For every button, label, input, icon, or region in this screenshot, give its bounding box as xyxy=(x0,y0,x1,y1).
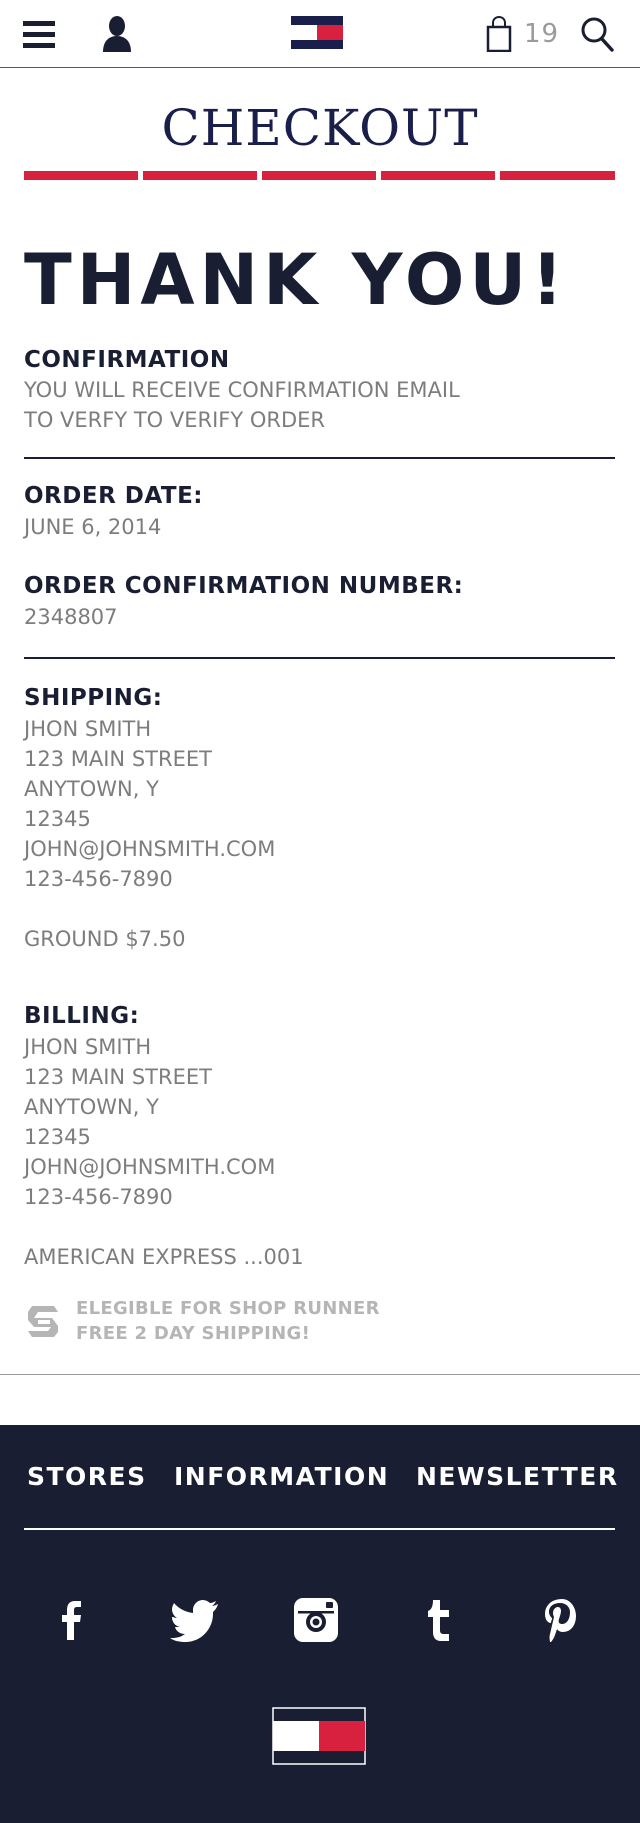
billing-name: JHON SMITH xyxy=(24,1035,152,1059)
tumblr-icon[interactable] xyxy=(411,1592,467,1648)
progress-step xyxy=(500,171,615,180)
user-icon[interactable] xyxy=(102,15,132,53)
divider xyxy=(0,1374,640,1375)
progress-step xyxy=(262,171,376,180)
billing-phone: 123-456-7890 xyxy=(24,1185,173,1209)
twitter-icon[interactable] xyxy=(166,1592,222,1648)
shipping-method: GROUND $7.50 xyxy=(24,927,186,951)
flag-logo[interactable] xyxy=(291,16,343,49)
billing-payment: AMERICAN EXPRESS ...001 xyxy=(24,1245,304,1269)
billing-email: JOHN@JOHNSMITH.COM xyxy=(24,1155,276,1179)
shoprunner-line1: ELEGIBLE FOR SHOP RUNNER xyxy=(76,1298,380,1319)
progress-step xyxy=(24,171,138,180)
footer-link-stores[interactable]: STORES xyxy=(27,1462,147,1491)
billing-street: 123 MAIN STREET xyxy=(24,1065,212,1089)
shoprunner-icon xyxy=(24,1302,64,1340)
order-date-label: ORDER DATE: xyxy=(24,483,203,509)
confirmation-message-line2: TO VERFY TO VERIFY ORDER xyxy=(24,408,326,432)
order-number-value: 2348807 xyxy=(24,605,118,629)
footer-flag-logo[interactable] xyxy=(272,1707,366,1765)
confirmation-label: CONFIRMATION xyxy=(24,347,230,373)
shipping-phone: 123-456-7890 xyxy=(24,867,173,891)
shipping-email: JOHN@JOHNSMITH.COM xyxy=(24,837,276,861)
billing-zip: 12345 xyxy=(24,1125,91,1149)
pinterest-icon[interactable] xyxy=(533,1592,589,1648)
progress-step xyxy=(143,171,257,180)
checkout-progress-bar xyxy=(24,171,615,180)
footer-link-information[interactable]: INFORMATION xyxy=(174,1462,389,1491)
shipping-zip: 12345 xyxy=(24,807,91,831)
search-icon[interactable] xyxy=(580,16,614,52)
shipping-city: ANYTOWN, Y xyxy=(24,777,159,801)
confirmation-message-line1: YOU WILL RECEIVE CONFIRMATION EMAIL xyxy=(24,378,460,402)
shoprunner-message: ELEGIBLE FOR SHOP RUNNER FREE 2 DAY SHIP… xyxy=(76,1296,380,1346)
shipping-street: 123 MAIN STREET xyxy=(24,747,212,771)
facebook-icon[interactable] xyxy=(43,1592,99,1648)
billing-city: ANYTOWN, Y xyxy=(24,1095,159,1119)
thank-you-heading: THANK YOU! xyxy=(24,239,569,321)
divider xyxy=(24,657,615,659)
footer-link-newsletter[interactable]: NEWSLETTER xyxy=(416,1462,619,1491)
menu-icon[interactable] xyxy=(23,21,55,48)
divider xyxy=(24,457,615,459)
top-header: 19 xyxy=(0,0,640,68)
page-title: CHECKOUT xyxy=(161,99,479,157)
bag-count[interactable]: 19 xyxy=(524,19,559,49)
billing-label: BILLING: xyxy=(24,1003,140,1029)
order-number-label: ORDER CONFIRMATION NUMBER: xyxy=(24,573,464,599)
shoprunner-line2: FREE 2 DAY SHIPPING! xyxy=(76,1323,311,1344)
shipping-name: JHON SMITH xyxy=(24,717,152,741)
order-date-value: JUNE 6, 2014 xyxy=(24,515,162,539)
shopping-bag-icon[interactable] xyxy=(486,15,512,53)
progress-step xyxy=(381,171,495,180)
instagram-icon[interactable] xyxy=(288,1592,344,1648)
footer-divider xyxy=(24,1528,615,1530)
shipping-label: SHIPPING: xyxy=(24,685,163,711)
